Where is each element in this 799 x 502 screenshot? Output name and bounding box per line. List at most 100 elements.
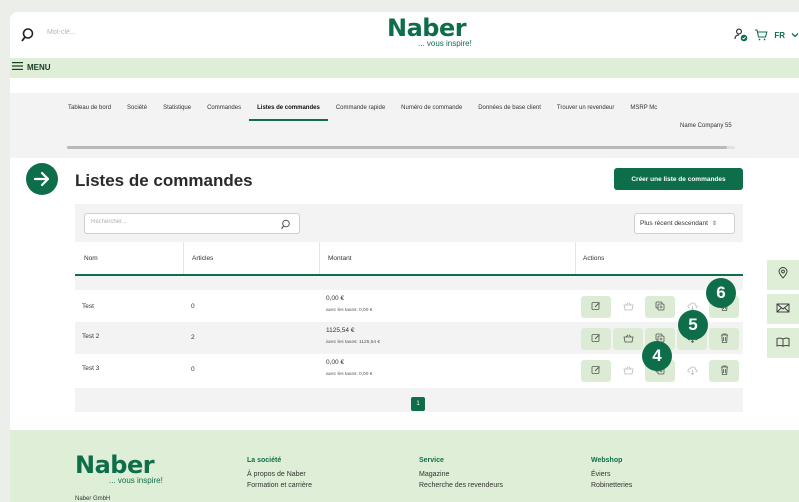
add-to-cart-button[interactable] [613, 360, 643, 382]
row-articles: 0 [191, 303, 195, 310]
hamburger-icon [12, 62, 23, 72]
footer-link[interactable]: Recherche des revendeurs [419, 482, 503, 489]
side-toolbar [767, 260, 799, 362]
footer-link[interactable]: À propos de Naber [247, 471, 312, 478]
menu-bar: MENU [10, 58, 799, 78]
row-name[interactable]: Test 3 [82, 365, 99, 372]
footer-logo-tagline: ... vous inspire! [109, 476, 163, 485]
row-amount: 0,00 € [326, 359, 345, 366]
book-icon [776, 334, 790, 352]
mail-icon [776, 300, 790, 318]
search-icon[interactable] [20, 27, 36, 43]
subnav-item[interactable]: Commandes [199, 101, 249, 121]
row-articles: 2 [191, 334, 195, 341]
cart-icon[interactable] [754, 28, 768, 42]
column-divider [183, 242, 184, 274]
page: Mot-clé... Naber ... vous inspire! FR ME… [10, 12, 799, 502]
basket-icon [623, 362, 634, 380]
footer-link[interactable]: Formation et carrière [247, 482, 312, 489]
delete-button[interactable] [709, 328, 739, 350]
scrollbar-thumb[interactable] [67, 146, 727, 149]
column-header-name[interactable]: Nom [84, 255, 98, 262]
footer-link[interactable]: Robinetteries [591, 482, 632, 489]
header-search-input[interactable]: Mot-clé... [47, 29, 76, 36]
footer-column-title: Service [419, 457, 444, 464]
column-divider [575, 242, 576, 274]
subnav-item[interactable]: Statistique [155, 101, 199, 121]
duplicate-button[interactable] [645, 296, 675, 318]
footer-link[interactable]: Magazine [419, 471, 503, 478]
row-amount: 1125,54 € [326, 327, 355, 334]
download-button[interactable] [677, 360, 707, 382]
row-amount-tax: avec les taxes: 0,00 € [326, 372, 373, 377]
sort-value: Plus récent descendant [640, 220, 708, 227]
language-selector[interactable]: FR [774, 31, 785, 40]
subnav-item[interactable]: Trouver un revendeur [549, 101, 622, 121]
list-search-field[interactable] [84, 213, 300, 234]
subnav-item[interactable]: Listes de commandes [249, 101, 328, 121]
contact-button[interactable] [767, 294, 799, 324]
footer-link[interactable]: Éviers [591, 471, 632, 478]
table-row: Test 0 0,00 € avec les taxes: 0,00 € [75, 290, 743, 324]
chevron-down-icon[interactable] [791, 31, 799, 39]
footer-logo[interactable]: Naber ... vous inspire! [75, 451, 175, 492]
subnav-item[interactable]: Tableau de bord [68, 101, 119, 121]
subnav-scrollbar[interactable] [67, 146, 735, 149]
company-name: Name Company 55 [680, 123, 732, 129]
subnav-items: Tableau de bord Société Statistique Command… [68, 101, 665, 121]
catalog-button[interactable] [767, 328, 799, 358]
arrow-right-icon [26, 163, 58, 195]
add-to-cart-button[interactable] [613, 328, 643, 350]
page-title: Listes de commandes [75, 171, 253, 190]
order-lists-panel: Plus récent descendant ⇕ Nom Articles Mo… [75, 204, 743, 412]
edit-button[interactable] [581, 360, 611, 382]
row-amount-tax: avec les taxes: 0,00 € [326, 308, 373, 313]
callout-badge: 6 [706, 278, 736, 308]
row-amount: 0,00 € [326, 295, 345, 302]
callout-badge: 4 [642, 341, 672, 371]
row-name[interactable]: Test [82, 303, 94, 310]
brand-logo[interactable]: Naber ... vous inspire! [387, 14, 487, 53]
sort-arrows-icon: ⇕ [711, 221, 717, 227]
basket-icon [623, 330, 634, 348]
account-subnav: Tableau de bord Société Statistique Command… [10, 93, 799, 158]
callout-badge: 5 [678, 310, 708, 340]
pagination-page-1[interactable]: 1 [411, 397, 425, 411]
column-header-articles[interactable]: Articles [192, 255, 213, 262]
edit-button[interactable] [581, 328, 611, 350]
trash-icon [720, 362, 729, 380]
delete-button[interactable] [709, 360, 739, 382]
column-header-amount[interactable]: Montant [328, 255, 352, 262]
logo-wordmark: Naber [387, 14, 467, 42]
footer-company: Naber GmbH [75, 496, 111, 502]
menu-label: MENU [27, 62, 51, 72]
row-amount-tax: avec les taxes: 1125,54 € [326, 340, 381, 345]
add-to-cart-button[interactable] [613, 296, 643, 318]
row-name[interactable]: Test 2 [82, 333, 99, 340]
copy-icon [655, 298, 665, 316]
logo-tagline: ... vous inspire! [418, 39, 472, 48]
subnav-item[interactable]: Données de base client [470, 101, 549, 121]
edit-button[interactable] [581, 296, 611, 318]
create-order-list-button[interactable]: Créer une liste de commandes [614, 168, 743, 190]
footer-column-company: La société À propos de Naber Formation e… [247, 457, 312, 493]
footer-logo-wordmark: Naber [75, 451, 155, 479]
subnav-item[interactable]: Société [119, 101, 155, 121]
list-search-input[interactable] [91, 219, 271, 225]
subnav-item[interactable]: MSRP Mc [622, 101, 665, 121]
basket-icon [623, 298, 634, 316]
header-tools: FR [734, 27, 799, 43]
account-icon[interactable] [734, 28, 748, 42]
edit-icon [591, 362, 601, 380]
trash-icon [720, 330, 729, 348]
footer-column-webshop: Webshop Éviers Robinetteries [591, 457, 632, 493]
menu-button[interactable]: MENU [12, 62, 51, 72]
edit-icon [591, 330, 601, 348]
sort-select[interactable]: Plus récent descendant ⇕ [634, 213, 735, 234]
top-bar: Mot-clé... Naber ... vous inspire! FR [10, 12, 799, 58]
footer-column-service: Service Magazine Recherche des revendeur… [419, 457, 503, 493]
subnav-item[interactable]: Numéro de commande [393, 101, 470, 121]
map-pin-icon [778, 266, 788, 284]
dealer-locator-button[interactable] [767, 260, 799, 290]
subnav-item[interactable]: Commande rapide [328, 101, 393, 121]
